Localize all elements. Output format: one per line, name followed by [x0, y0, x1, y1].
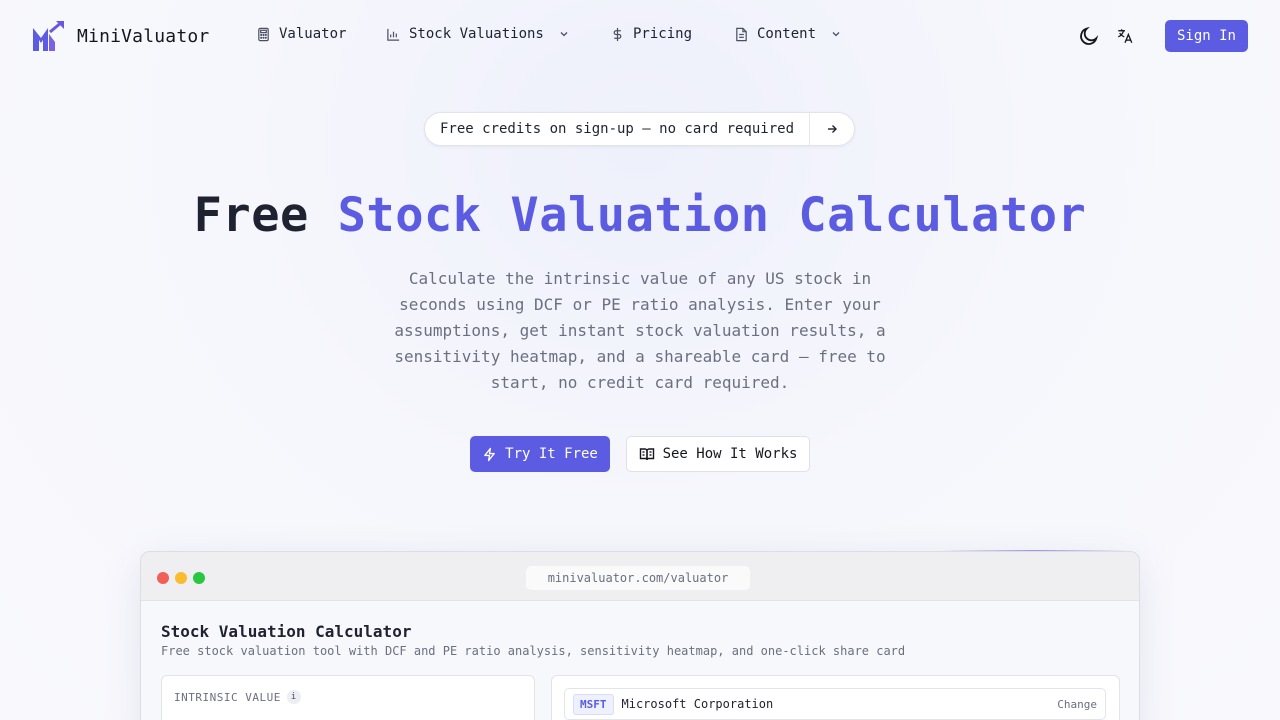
- chevron-down-icon: [832, 32, 840, 37]
- sign-in-button[interactable]: Sign In: [1165, 20, 1248, 52]
- window-close-dot: [157, 572, 169, 584]
- address-bar: minivaluator.com/valuator: [526, 566, 750, 590]
- app-preview-window: minivaluator.com/valuator Stock Valuatio…: [140, 551, 1140, 720]
- arrow-right-icon: [810, 123, 854, 135]
- nav-item-valuator[interactable]: Valuator: [256, 26, 346, 42]
- chevron-down-icon: [560, 32, 568, 37]
- m-arrow-logo-icon: [33, 20, 64, 51]
- announcement-text: Free credits on sign-up — no card requir…: [440, 121, 795, 137]
- change-stock-button[interactable]: Change: [1057, 698, 1097, 711]
- announcement-pill[interactable]: Free credits on sign-up — no card requir…: [424, 112, 855, 146]
- intrinsic-value-label-text: INTRINSIC VALUE: [174, 690, 281, 704]
- window-minimize-dot: [175, 572, 187, 584]
- nav-item-label: Stock Valuations: [409, 26, 544, 42]
- intrinsic-value-panel: INTRINSIC VALUE i: [161, 675, 535, 720]
- translate-icon: [1117, 29, 1133, 44]
- top-navigation: MiniValuator Valuator Stock Valuations P…: [0, 0, 1280, 72]
- selected-stock-row: MSFT Microsoft Corporation Change: [564, 688, 1106, 720]
- brand-logo[interactable]: MiniValuator: [32, 20, 209, 52]
- open-book-icon: [639, 448, 654, 461]
- info-icon[interactable]: i: [286, 690, 301, 704]
- language-button[interactable]: [1113, 24, 1137, 48]
- company-name: Microsoft Corporation: [621, 697, 774, 711]
- hero-subtitle: Calculate the intrinsic value of any US …: [394, 269, 886, 392]
- lightning-icon: [484, 447, 495, 461]
- theme-toggle-button[interactable]: [1077, 24, 1101, 48]
- nav-item-label: Valuator: [279, 26, 347, 42]
- nav-item-stock-valuations[interactable]: Stock Valuations: [386, 26, 570, 42]
- ticker-badge: MSFT: [573, 693, 614, 715]
- nav-item-label: Pricing: [633, 26, 693, 42]
- window-maximize-dot: [193, 572, 205, 584]
- browser-toolbar: minivaluator.com/valuator: [141, 552, 1139, 601]
- bar-chart-icon: [387, 28, 400, 41]
- nav-item-label: Content: [757, 26, 817, 42]
- hero-title-plain: Free: [193, 188, 338, 243]
- see-how-it-works-button[interactable]: See How It Works: [626, 436, 810, 472]
- stock-selector-panel: MSFT Microsoft Corporation Change: [551, 675, 1120, 720]
- hero-title: Free Stock Valuation Calculator: [0, 188, 1280, 243]
- button-label: See How It Works: [662, 446, 798, 462]
- calculator-subtitle: Free stock valuation tool with DCF and P…: [161, 644, 906, 658]
- try-it-free-button[interactable]: Try It Free: [470, 436, 610, 472]
- button-label: Try It Free: [505, 446, 598, 462]
- document-icon: [736, 27, 747, 41]
- brand-name: MiniValuator: [77, 25, 210, 47]
- calculator-icon: [258, 27, 269, 41]
- intrinsic-value-label: INTRINSIC VALUE i: [174, 690, 301, 704]
- moon-icon: [1080, 26, 1099, 45]
- nav-item-pricing[interactable]: Pricing: [610, 26, 692, 42]
- dollar-icon: [613, 27, 622, 41]
- nav-item-content[interactable]: Content: [734, 26, 842, 42]
- calculator-title: Stock Valuation Calculator: [161, 622, 412, 641]
- hero-title-accent: Stock Valuation Calculator: [337, 188, 1087, 243]
